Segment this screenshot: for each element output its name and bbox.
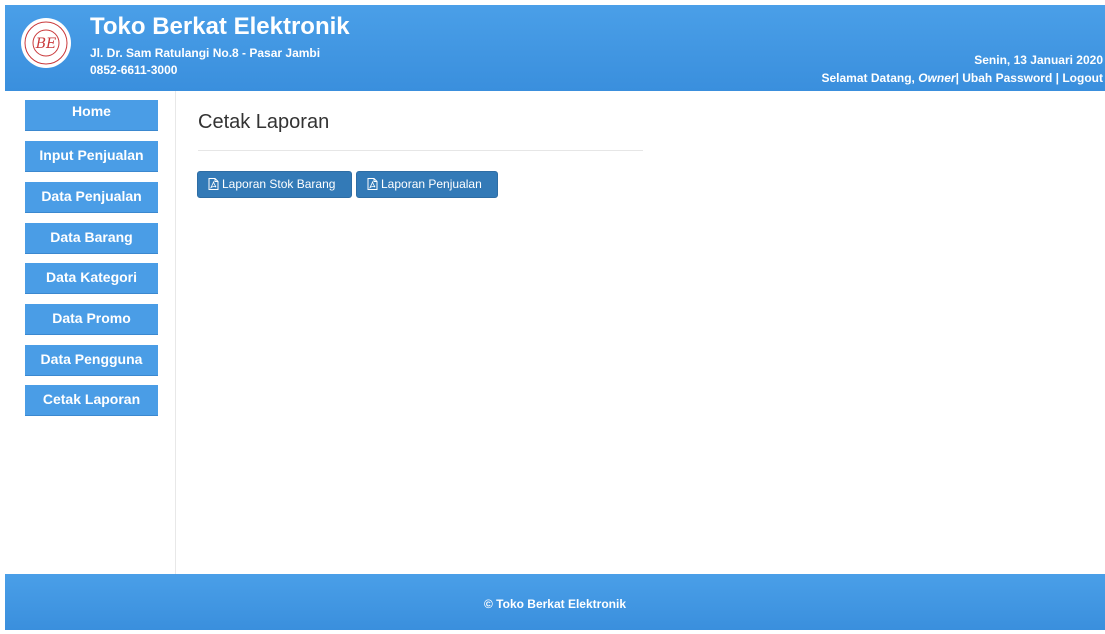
- footer-text: © Toko Berkat Elektronik: [484, 597, 626, 611]
- separator: |: [1055, 71, 1059, 85]
- footer: © Toko Berkat Elektronik: [5, 574, 1105, 630]
- stock-report-button[interactable]: Laporan Stok Barang: [197, 171, 352, 198]
- shop-address: Jl. Dr. Sam Ratulangi No.8 - Pasar Jambi: [90, 46, 321, 60]
- sidebar-item-cetak-laporan[interactable]: Cetak Laporan: [25, 385, 158, 416]
- current-date: Senin, 13 Januari 2020: [974, 53, 1103, 67]
- separator: |: [955, 71, 959, 85]
- user-role: Owner: [918, 71, 956, 85]
- welcome-prefix: Selamat Datang,: [821, 71, 915, 85]
- sidebar-item-home[interactable]: Home: [25, 100, 158, 131]
- stock-report-label: Laporan Stok Barang: [222, 177, 336, 191]
- logout-link[interactable]: Logout: [1062, 71, 1103, 85]
- sidebar-item-data-barang[interactable]: Data Barang: [25, 223, 158, 254]
- pdf-file-icon: [208, 178, 219, 190]
- sidebar-item-input-penjualan[interactable]: Input Penjualan: [25, 141, 158, 172]
- welcome-line: Selamat Datang, Owner| Ubah Password | L…: [822, 71, 1104, 85]
- shop-name: Toko Berkat Elektronik: [90, 13, 350, 40]
- sidebar: Home Input Penjualan Data Penjualan Data…: [5, 91, 176, 574]
- sales-report-button[interactable]: Laporan Penjualan: [356, 171, 498, 198]
- sidebar-item-data-kategori[interactable]: Data Kategori: [25, 263, 158, 294]
- header-bar: BE Toko Berkat Elektronik Jl. Dr. Sam Ra…: [5, 5, 1105, 91]
- sidebar-item-data-penjualan[interactable]: Data Penjualan: [25, 182, 158, 213]
- change-password-link[interactable]: Ubah Password: [962, 71, 1052, 85]
- logo-text: BE: [35, 36, 57, 52]
- page-title: Cetak Laporan: [198, 111, 330, 133]
- pdf-file-icon: [367, 178, 378, 190]
- sales-report-label: Laporan Penjualan: [381, 177, 482, 191]
- store-logo: BE: [21, 18, 71, 68]
- sidebar-item-data-pengguna[interactable]: Data Pengguna: [25, 345, 158, 376]
- title-divider: [198, 150, 643, 151]
- shop-phone: 0852-6611-3000: [90, 63, 178, 77]
- sidebar-item-data-promo[interactable]: Data Promo: [25, 304, 158, 335]
